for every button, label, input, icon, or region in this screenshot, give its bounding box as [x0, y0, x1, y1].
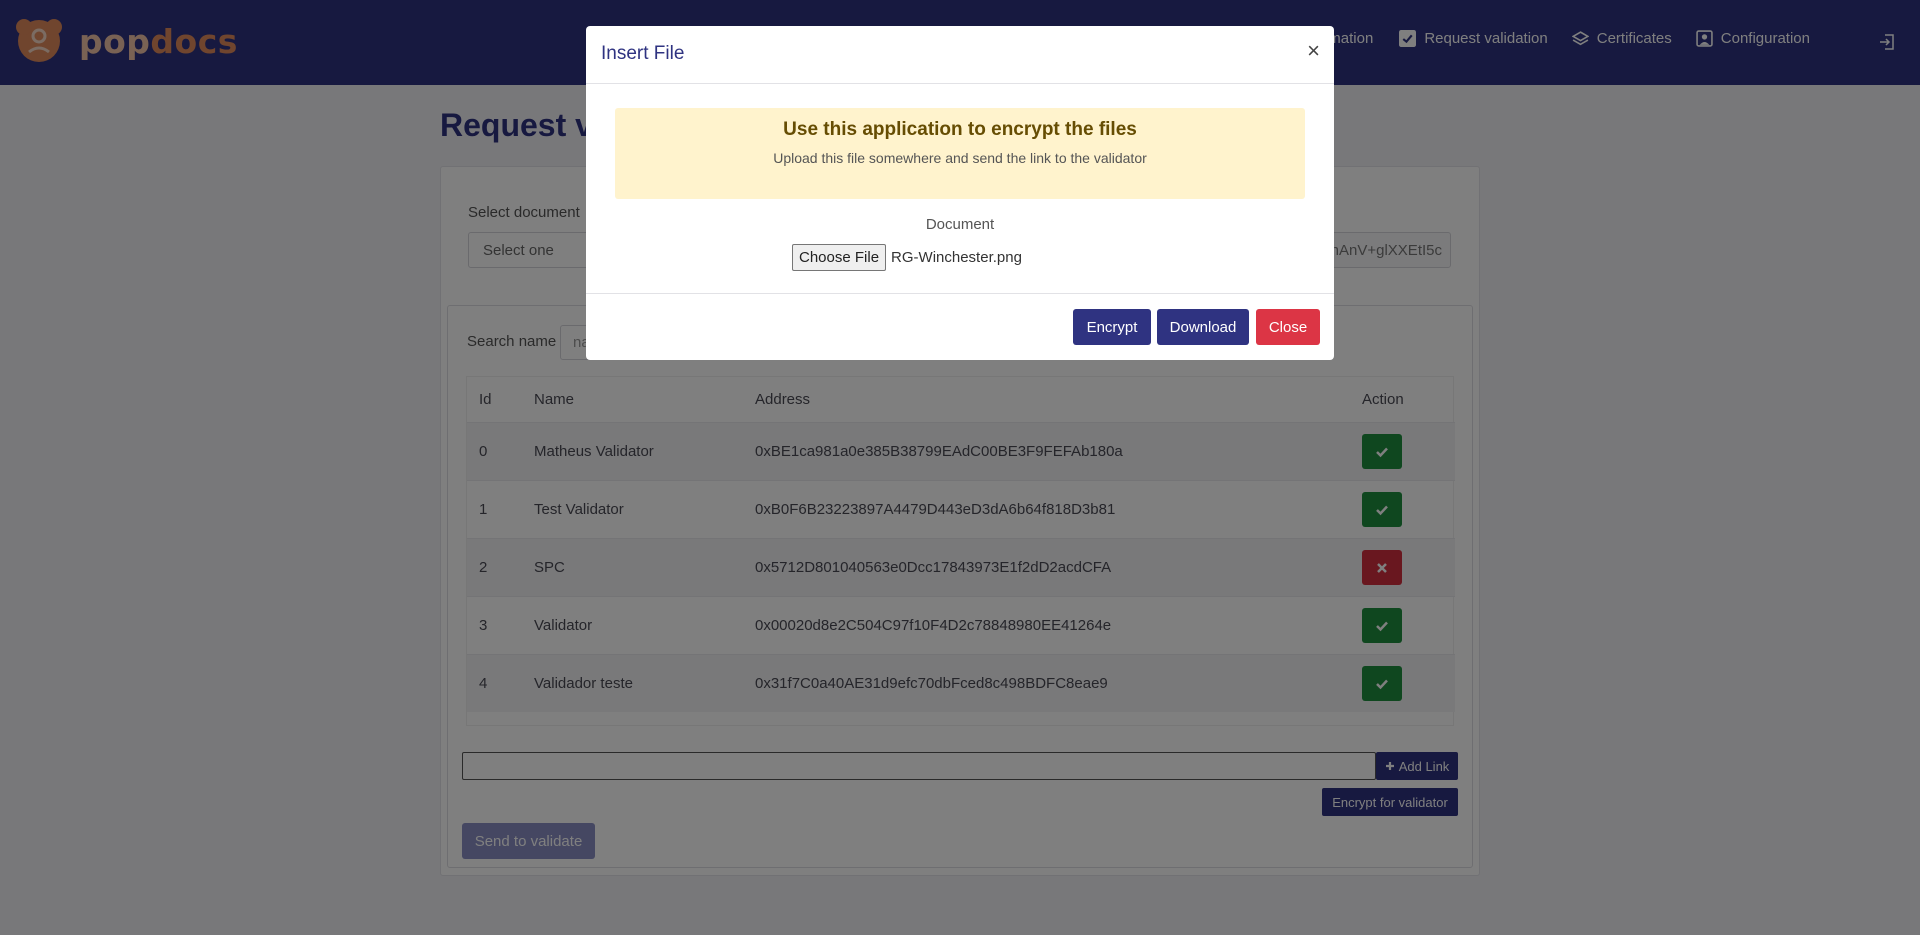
document-label: Document — [925, 216, 995, 233]
alert-subtitle: Upload this file somewhere and send the … — [773, 150, 1147, 166]
file-input: Choose File RG-Winchester.png — [792, 244, 1022, 271]
info-alert: Use this application to encrypt the file… — [615, 108, 1305, 199]
selected-file-name: RG-Winchester.png — [891, 249, 1022, 266]
download-button[interactable]: Download — [1157, 309, 1249, 345]
choose-file-button[interactable]: Choose File — [792, 244, 887, 271]
modal-header: Insert File × — [586, 26, 1334, 84]
insert-file-modal: Insert File × Use this application to en… — [586, 26, 1334, 360]
alert-title: Use this application to encrypt the file… — [783, 119, 1137, 140]
close-icon[interactable]: × — [1307, 38, 1320, 64]
close-button[interactable]: Close — [1256, 309, 1320, 345]
modal-title: Insert File — [601, 43, 685, 64]
encrypt-button[interactable]: Encrypt — [1073, 309, 1151, 345]
